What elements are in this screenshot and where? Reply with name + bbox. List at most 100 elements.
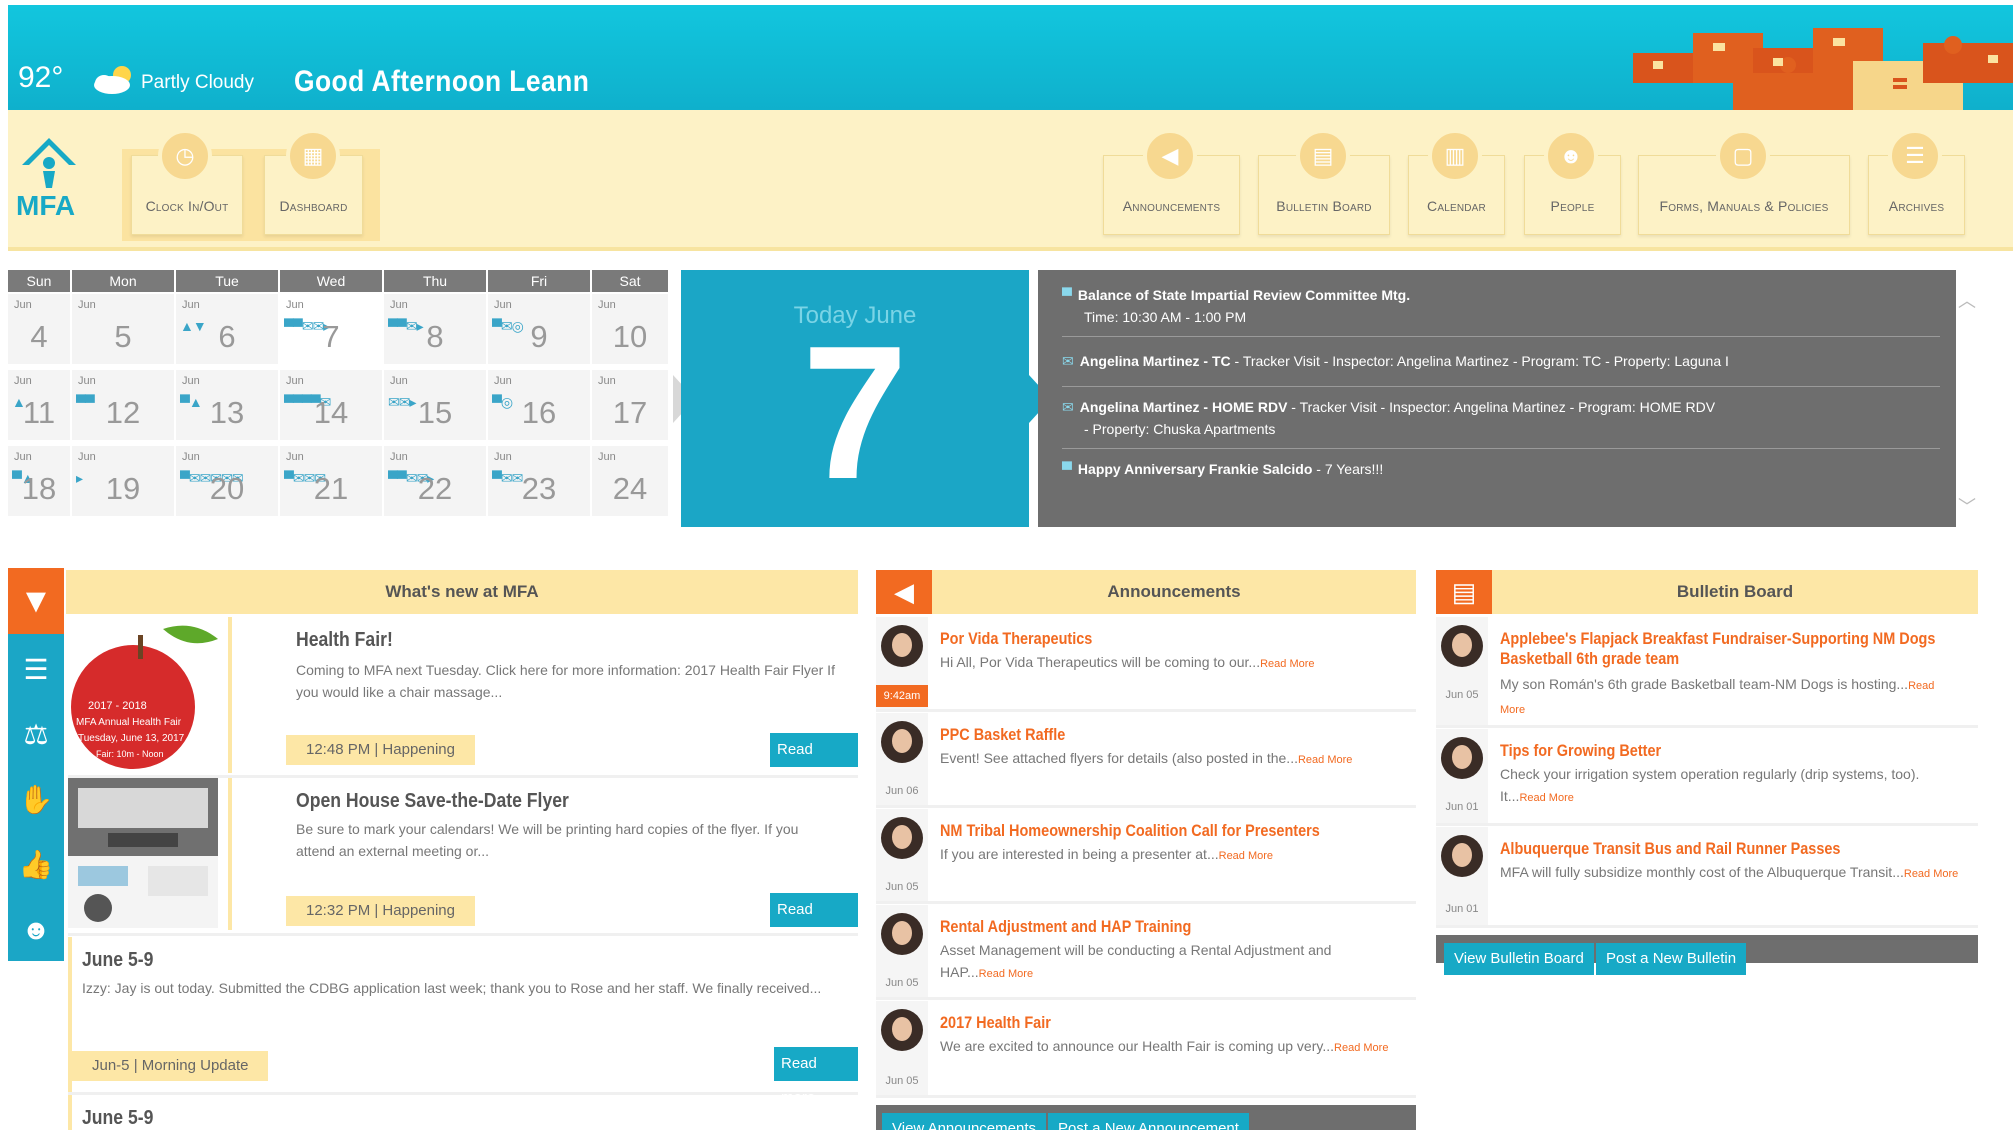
event-item[interactable]: ✉ Angelina Martinez - HOME RDV - Tracker … (1062, 396, 1940, 449)
list-icon[interactable]: ☰ (8, 645, 64, 695)
group-icon[interactable]: ☻ (8, 905, 64, 955)
calendar-day[interactable]: Jun 4 (8, 294, 72, 366)
chevron-down-icon[interactable]: ﹀ (1958, 493, 1976, 519)
read-more-link[interactable]: Read More (1904, 868, 1958, 880)
announcement-date: Jun 06 (885, 785, 919, 797)
news-item[interactable]: June 5-9 (68, 1095, 858, 1130)
calendar-day[interactable]: Jun ▀◎ 16 (488, 370, 592, 442)
cal-month: Jun (494, 375, 512, 387)
nav-label: Dashboard (279, 198, 348, 214)
bulletin-title[interactable]: Applebee's Flapjack Breakfast Fundraiser… (1500, 629, 1942, 669)
cal-day-number: 10 (612, 319, 648, 354)
announcement-title[interactable]: Por Vida Therapeutics (940, 629, 1092, 649)
nav-label: People (1550, 198, 1595, 214)
calendar-day[interactable]: Jun 17 (592, 370, 670, 442)
calendar-day[interactable]: Jun ✉✉▸ 15 (384, 370, 488, 442)
news-title[interactable]: June 5-9 (82, 949, 153, 972)
event-item[interactable]: ✉ Angelina Martinez - TC - Tracker Visit … (1062, 350, 1940, 387)
announcement-title[interactable]: Rental Adjustment and HAP Training (940, 917, 1191, 937)
cal-day-number: 19 (105, 471, 141, 506)
announcement-item[interactable]: Jun 05 NM Tribal Homeownership Coalition… (876, 809, 1416, 904)
calendar-day[interactable]: Jun 10 (592, 294, 670, 366)
event-item[interactable]: ▀ Balance of State Impartial Review Commi… (1062, 284, 1940, 337)
calendar-day[interactable]: Jun ▀▀✉▸ 8 (384, 294, 488, 366)
filter-icon[interactable]: ▼ (8, 568, 64, 634)
bulletin-item[interactable]: Jun 01 Albuquerque Transit Bus and Rail … (1436, 827, 1978, 928)
temperature: 92° (18, 61, 64, 94)
calendar-day[interactable]: Jun ▀▲ 13 (176, 370, 280, 442)
read-more-button[interactable]: Read more (770, 893, 858, 952)
read-more-link[interactable]: Read More (979, 968, 1033, 980)
read-more-link[interactable]: Read More (1219, 850, 1273, 862)
news-item[interactable]: Open House Save-the-Date Flyer Be sure t… (68, 778, 858, 952)
announcements-header: Announcements (932, 570, 1416, 614)
chevron-up-icon[interactable]: ︿ (1958, 287, 1976, 313)
balance-icon[interactable]: ⚖ (8, 710, 64, 760)
megaphone-icon: ◀ (1143, 129, 1197, 183)
calendar-day[interactable]: Jun ▀▀✉✉▸ 22 (384, 446, 488, 518)
cal-day-number: 14 (313, 395, 349, 430)
megaphone-icon: ◀ (876, 570, 932, 614)
read-more-link[interactable]: Read More (1298, 754, 1352, 766)
date-column: Jun 01 (1436, 827, 1488, 925)
news-title[interactable]: Health Fair! (296, 629, 393, 652)
bulletin-item[interactable]: Jun 05 Applebee's Flapjack Breakfast Fun… (1436, 617, 1978, 728)
calendar-day[interactable]: Jun 5 (72, 294, 176, 366)
today-panel: Today June 7 (681, 270, 1029, 527)
event-item[interactable]: ▀ Happy Anniversary Frankie Salcido - 7 Y… (1062, 458, 1940, 488)
announcement-title[interactable]: 2017 Health Fair (940, 1013, 1051, 1033)
handshake-icon[interactable]: ✋ (8, 775, 64, 825)
calendar-day[interactable]: Jun ▀✉✉ 23 (488, 446, 592, 518)
announcement-title[interactable]: PPC Basket Raffle (940, 725, 1065, 745)
announcement-item[interactable]: 9:42am Por Vida Therapeutics Hi All, Por… (876, 617, 1416, 712)
calendar-day[interactable]: Jun 24 (592, 446, 670, 518)
bulletin-title[interactable]: Tips for Growing Better (1500, 741, 1661, 761)
cal-month: Jun (494, 299, 512, 311)
bulletin-text: Check your irrigation system operation r… (1500, 763, 1960, 809)
avatar (1441, 835, 1483, 877)
announcement-title[interactable]: NM Tribal Homeownership Coalition Call f… (940, 821, 1320, 841)
post-announcement-button[interactable]: Post a New Announcement (1048, 1113, 1249, 1130)
calendar-day[interactable]: Jun ▲▼ 6 (176, 294, 280, 366)
event-title: Balance of State Impartial Review Commit… (1077, 287, 1411, 303)
cal-month: Jun (14, 299, 32, 311)
cal-month: Jun (182, 299, 200, 311)
calendar-day-today[interactable]: Jun ▀▀✉✉▸ 7 (280, 294, 384, 366)
announcement-text: If you are interested in being a present… (940, 843, 1400, 867)
read-more-link[interactable]: Read More (1334, 1042, 1388, 1054)
news-item[interactable]: June 5-9 Izzy: Jay is out today. Submitt… (68, 937, 858, 1106)
announcement-item[interactable]: Jun 05 2017 Health Fair We are excited t… (876, 1001, 1416, 1098)
event-title: Happy Anniversary (1077, 461, 1206, 477)
weekday-header: Tue (176, 270, 278, 292)
calendar-day[interactable]: Jun ▀▀ 12 (72, 370, 176, 442)
announcement-item[interactable]: Jun 06 PPC Basket Raffle Event! See atta… (876, 713, 1416, 808)
calendar-day[interactable]: Jun ▸ 19 (72, 446, 176, 518)
event-title: Angelina Martinez - HOME RDV (1079, 399, 1288, 415)
view-bulletin-board-button[interactable]: View Bulletin Board (1444, 943, 1594, 975)
calendar-day[interactable]: Jun ▲ 11 (8, 370, 72, 442)
read-more-link[interactable]: Read More (1519, 792, 1573, 804)
thumbs-up-icon[interactable]: 👍 (8, 840, 64, 890)
calendar-day[interactable]: Jun ▀✉✉✉ 21 (280, 446, 384, 518)
post-bulletin-button[interactable]: Post a New Bulletin (1596, 943, 1747, 975)
calendar-day[interactable]: Jun ▀▲ 18 (8, 446, 72, 518)
bulletin-item[interactable]: Jun 01 Tips for Growing Better Check you… (1436, 729, 1978, 826)
bulletin-title[interactable]: Albuquerque Transit Bus and Rail Runner … (1500, 839, 1840, 859)
read-more-button[interactable]: Read more (770, 733, 858, 792)
read-more-link[interactable]: Read More (1260, 658, 1314, 670)
calendar-day[interactable]: Jun ▀✉✉✉✉✉ 20 (176, 446, 280, 518)
announcement-item[interactable]: Jun 05 Rental Adjustment and HAP Trainin… (876, 905, 1416, 1000)
envelope-icon: ✉ (1062, 399, 1074, 415)
news-item[interactable]: 2017 - 2018 MFA Annual Health Fair Tuesd… (68, 617, 858, 792)
date-column: Jun 06 (876, 713, 928, 805)
news-title[interactable]: June 5-9 (82, 1107, 153, 1130)
top-bar: 92° Partly Cloudy Good Afternoon Leann (8, 5, 2013, 110)
news-title[interactable]: Open House Save-the-Date Flyer (296, 790, 569, 813)
whats-new-header: What's new at MFA (66, 570, 858, 614)
view-announcements-button[interactable]: View Announcements (882, 1113, 1046, 1130)
cal-month: Jun (598, 451, 616, 463)
read-more-button[interactable]: Read more (774, 1047, 858, 1106)
calendar-day[interactable]: Jun ▀▀▀▀✉ 14 (280, 370, 384, 442)
calendar-day[interactable]: Jun ▀✉◎ 9 (488, 294, 592, 366)
bulletin-text: My son Román's 6th grade Basketball team… (1500, 673, 1960, 721)
